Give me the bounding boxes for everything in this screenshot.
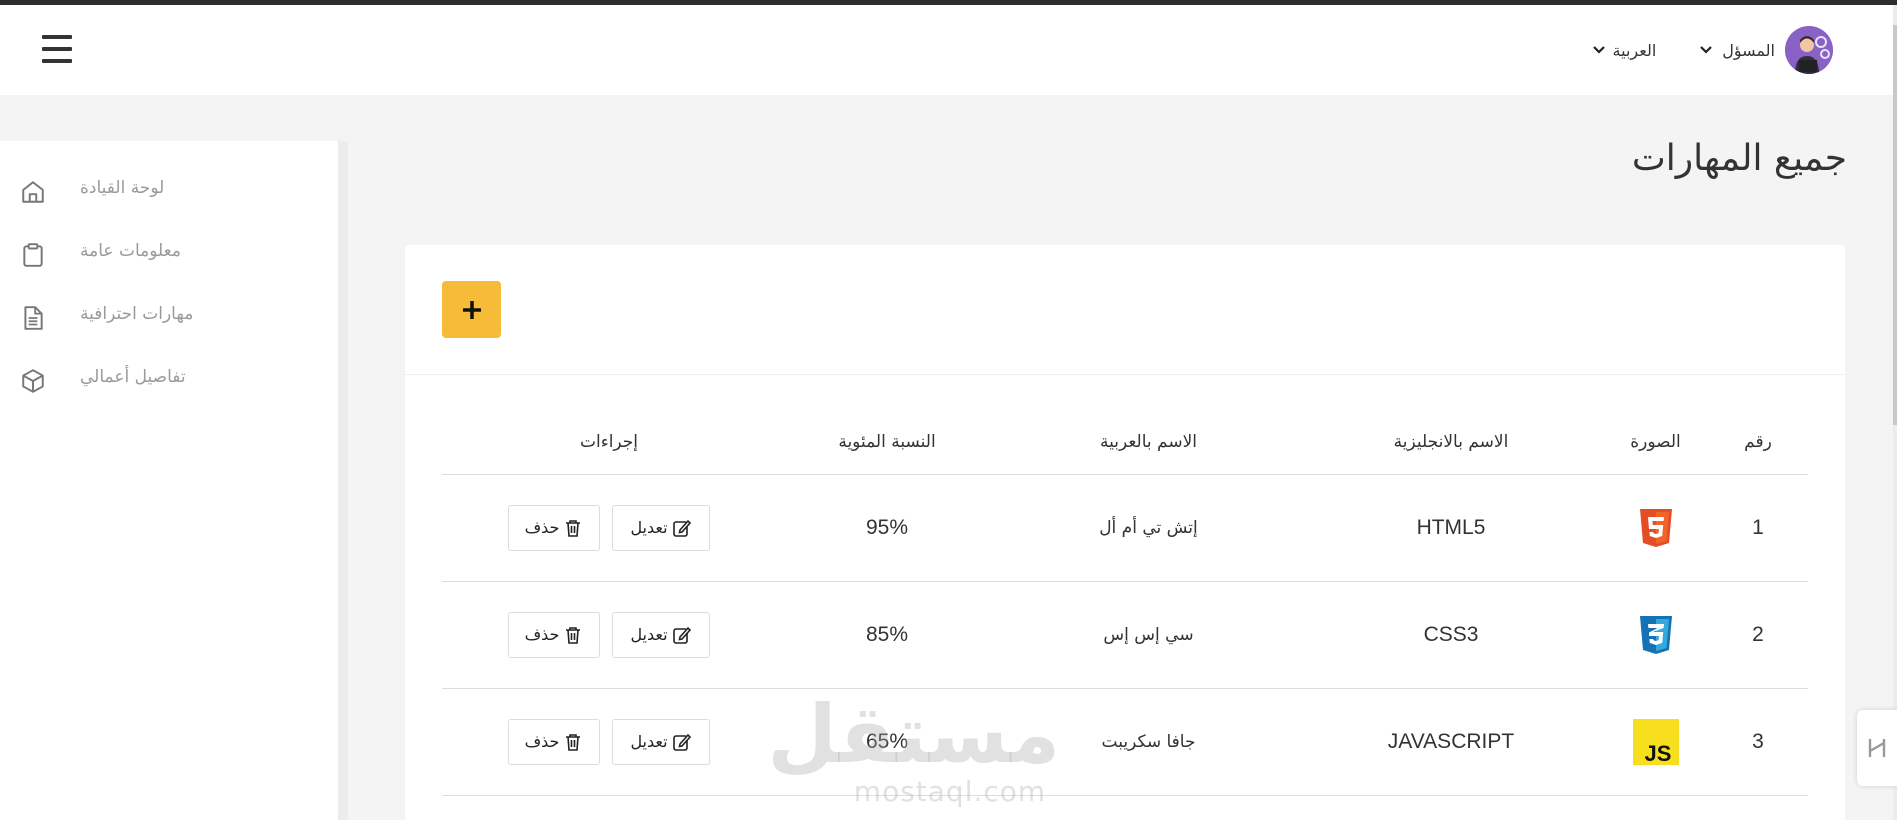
user-menu[interactable]: المسؤل bbox=[1700, 26, 1833, 74]
page-title: جميع المهارات bbox=[1631, 138, 1847, 179]
row-name-english: HTML5 bbox=[1299, 474, 1603, 582]
edit-button[interactable]: تعديل bbox=[612, 611, 710, 658]
row-number: 1 bbox=[1708, 474, 1808, 582]
row-name-arabic: إتش تي أم أل bbox=[998, 474, 1299, 582]
page-scrollbar[interactable] bbox=[1893, 5, 1897, 820]
header-image: الصورة bbox=[1603, 410, 1708, 475]
delete-label: حذف bbox=[524, 625, 560, 644]
chevron-down-icon bbox=[1592, 46, 1605, 54]
skills-table: رقم الصورة الاسم بالانجليزية الاسم بالعر… bbox=[442, 410, 1808, 796]
document-icon bbox=[24, 306, 43, 330]
row-actions: تعديل حذف bbox=[442, 474, 776, 582]
box-icon bbox=[22, 369, 44, 393]
add-skill-button[interactable] bbox=[442, 281, 501, 338]
row-image bbox=[1603, 474, 1708, 582]
sidebar-item-general-info[interactable]: معلومات عامة bbox=[0, 222, 338, 285]
clipboard-icon bbox=[23, 243, 43, 267]
sidebar-item-skills[interactable]: مهارات احترافية bbox=[0, 285, 338, 348]
row-number: 2 bbox=[1708, 581, 1808, 689]
edit-label: تعديل bbox=[630, 518, 668, 537]
user-name: المسؤل bbox=[1722, 40, 1775, 60]
sidebar-item-work-details[interactable]: تفاصيل أعمالي bbox=[0, 348, 338, 411]
top-navbar: المسؤل العربية bbox=[0, 5, 1893, 95]
edit-icon bbox=[672, 733, 691, 751]
delete-button[interactable]: حذف bbox=[508, 611, 600, 658]
header-number: رقم bbox=[1708, 410, 1808, 475]
hamburger-menu-icon[interactable] bbox=[42, 35, 72, 63]
svg-text:JS: JS bbox=[1644, 741, 1671, 765]
trash-icon bbox=[566, 519, 581, 537]
card-header bbox=[405, 245, 1845, 375]
row-percentage: 65% bbox=[776, 688, 998, 796]
header-actions: إجراءات bbox=[442, 410, 776, 475]
html5-logo-icon bbox=[1639, 508, 1672, 547]
delete-button[interactable]: حذف bbox=[508, 718, 600, 765]
row-actions: تعديل حذف bbox=[442, 581, 776, 689]
edit-icon bbox=[672, 626, 691, 644]
language-label: العربية bbox=[1612, 40, 1657, 60]
trash-icon bbox=[566, 626, 581, 644]
table-row: 2 CSS3 سي إس إس 85% تعديل حذف bbox=[442, 581, 1808, 689]
avatar bbox=[1785, 26, 1833, 74]
delete-label: حذف bbox=[524, 732, 560, 751]
delete-button[interactable]: حذف bbox=[508, 504, 600, 551]
trash-icon bbox=[566, 733, 581, 751]
edit-label: تعديل bbox=[630, 625, 668, 644]
plus-icon bbox=[462, 300, 481, 319]
row-image: JS bbox=[1603, 688, 1708, 796]
sidebar: لوحة القيادة معلومات عامة مهارات احترافي… bbox=[0, 141, 348, 820]
widget-icon bbox=[1868, 739, 1886, 757]
chevron-down-icon bbox=[1700, 46, 1713, 54]
row-name-arabic: جافا سكريبت bbox=[998, 688, 1299, 796]
javascript-logo-icon: JS bbox=[1632, 718, 1679, 765]
row-number: 3 bbox=[1708, 688, 1808, 796]
table-row: 1 HTML5 إتش تي أم أل 95% تعديل حذف bbox=[442, 474, 1808, 582]
sidebar-item-label: معلومات عامة bbox=[80, 241, 181, 261]
floating-widget-tab[interactable] bbox=[1857, 710, 1897, 786]
navbar-right-group: المسؤل العربية bbox=[1592, 25, 1833, 75]
sidebar-item-label: مهارات احترافية bbox=[80, 304, 194, 324]
row-actions: تعديل حذف bbox=[442, 688, 776, 796]
edit-button[interactable]: تعديل bbox=[612, 718, 710, 765]
css3-logo-icon bbox=[1639, 615, 1672, 654]
language-selector[interactable]: العربية bbox=[1592, 40, 1657, 60]
home-icon bbox=[22, 181, 44, 203]
table-row: 3 JS JAVASCRIPT جافا سكريبت 65% تعديل حذ… bbox=[442, 688, 1808, 796]
header-name-english: الاسم بالانجليزية bbox=[1299, 410, 1603, 475]
header-percentage: النسبة المئوية bbox=[776, 410, 998, 475]
row-percentage: 95% bbox=[776, 474, 998, 582]
edit-label: تعديل bbox=[630, 732, 668, 751]
edit-icon bbox=[672, 519, 691, 537]
row-name-arabic: سي إس إس bbox=[998, 581, 1299, 689]
table-header-row: رقم الصورة الاسم بالانجليزية الاسم بالعر… bbox=[442, 410, 1808, 475]
sidebar-item-dashboard[interactable]: لوحة القيادة bbox=[0, 159, 338, 222]
row-name-english: JAVASCRIPT bbox=[1299, 688, 1603, 796]
edit-button[interactable]: تعديل bbox=[612, 504, 710, 551]
row-name-english: CSS3 bbox=[1299, 581, 1603, 689]
delete-label: حذف bbox=[524, 518, 560, 537]
header-name-arabic: الاسم بالعربية bbox=[998, 410, 1299, 475]
skills-card: رقم الصورة الاسم بالانجليزية الاسم بالعر… bbox=[405, 245, 1845, 820]
row-percentage: 85% bbox=[776, 581, 998, 689]
row-image bbox=[1603, 581, 1708, 689]
sidebar-item-label: لوحة القيادة bbox=[80, 178, 165, 198]
sidebar-item-label: تفاصيل أعمالي bbox=[80, 367, 186, 387]
